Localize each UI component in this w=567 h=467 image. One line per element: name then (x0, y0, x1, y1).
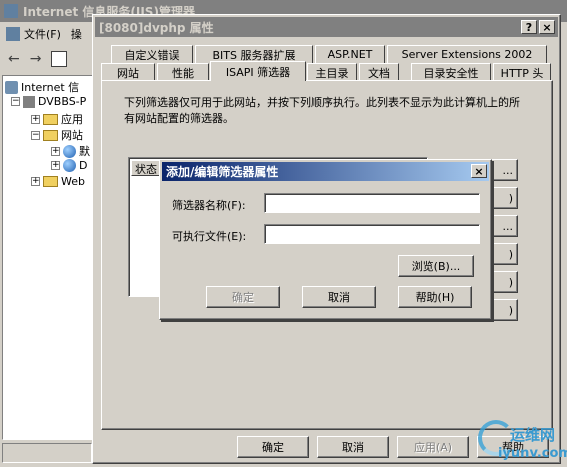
tree-item-apppools[interactable]: + 应用 (31, 111, 83, 127)
help-question-button[interactable]: ? (521, 20, 537, 34)
folder-icon (43, 176, 58, 187)
iis-app-icon (4, 4, 18, 18)
collapse-icon[interactable]: − (11, 97, 20, 106)
add-filter-button[interactable]: ... (488, 159, 518, 181)
website-globe-icon (63, 144, 76, 158)
expand-icon[interactable]: + (31, 177, 40, 186)
tree-item-web-ext[interactable]: + Web (31, 175, 85, 188)
iis-tree-panel: Internet 信 − DVBBS-P + 应用 − 网站 + 默 + D +… (2, 75, 94, 440)
properties-apply-button[interactable]: 应用(A) (397, 436, 469, 458)
dialog-help-button[interactable]: 帮助(H) (398, 286, 472, 308)
tree-item-server[interactable]: − DVBBS-P (11, 95, 86, 108)
server-icon (23, 95, 35, 108)
move-down-button[interactable]: ) (488, 299, 518, 321)
edit-filter-button[interactable]: ... (488, 215, 518, 237)
menu-file[interactable]: 文件(F) (24, 26, 61, 42)
menu-icon (6, 27, 20, 41)
dialog-title: 添加/编辑筛选器属性 (166, 165, 279, 179)
close-icon[interactable]: × (471, 164, 487, 178)
tab-custom-errors[interactable]: 自定义错误 (111, 45, 193, 63)
iis-toolbar: ← → (0, 48, 100, 70)
properties-title: [8080]dvphp 属性 (99, 20, 214, 35)
tree-item-websites[interactable]: − 网站 (31, 127, 83, 143)
tab-home-directory[interactable]: 主目录 (307, 63, 357, 81)
tab-performance[interactable]: 性能 (157, 63, 209, 81)
disable-filter-button[interactable]: ) (488, 243, 518, 265)
tab-server-extensions[interactable]: Server Extensions 2002 (387, 45, 547, 63)
menu-action[interactable]: 操 (71, 26, 82, 42)
dialog-cancel-button[interactable]: 取消 (302, 286, 376, 308)
expand-icon[interactable]: + (51, 161, 60, 170)
remove-filter-button[interactable]: ) (488, 187, 518, 209)
iis-menubar: 文件(F) 操 (0, 24, 100, 44)
iis-statusbar (2, 443, 92, 463)
show-tree-icon[interactable] (51, 51, 68, 67)
expand-icon[interactable]: + (31, 114, 40, 124)
executable-label: 可执行文件(E): (172, 230, 247, 243)
tree-item-site-d[interactable]: + D (51, 159, 87, 172)
folder-icon (43, 113, 58, 125)
properties-ok-button[interactable]: 确定 (237, 436, 309, 458)
filter-name-input[interactable] (264, 193, 480, 213)
watermark: 运维网 iyunv.com (478, 420, 567, 464)
computer-icon (5, 80, 18, 94)
properties-cancel-button[interactable]: 取消 (317, 436, 389, 458)
tab-documents[interactable]: 文档 (359, 63, 399, 81)
tab-aspnet[interactable]: ASP.NET (315, 45, 385, 63)
dialog-titlebar: 添加/编辑筛选器属性 (162, 162, 489, 181)
watermark-text-en: iyunv.com (498, 446, 567, 461)
forward-arrow-icon[interactable]: → (30, 51, 42, 67)
executable-input[interactable] (264, 224, 480, 244)
website-globe-icon (63, 159, 76, 172)
expand-icon[interactable]: + (51, 146, 60, 156)
filter-name-label: 筛选器名称(F): (172, 199, 246, 212)
add-filter-dialog: 添加/编辑筛选器属性 × 筛选器名称(F): 可执行文件(E): 浏览(B)..… (159, 159, 492, 320)
dialog-ok-button[interactable]: 确定 (206, 286, 280, 308)
tree-item-default-site[interactable]: + 默 (51, 143, 90, 159)
watermark-text-cn: 运维网 (510, 426, 556, 444)
tab-directory-security[interactable]: 目录安全性 (411, 63, 491, 81)
tab-http-headers[interactable]: HTTP 头 (493, 63, 551, 81)
properties-titlebar: [8080]dvphp 属性 (95, 17, 558, 37)
tab-isapi-filters[interactable]: ISAPI 筛选器 (210, 61, 306, 81)
filter-description: 下列筛选器仅可用于此网站，并按下列顺序执行。此列表不显示为此计算机上的所有网站配… (124, 96, 520, 125)
tab-website[interactable]: 网站 (101, 63, 155, 81)
collapse-icon[interactable]: − (31, 130, 40, 140)
back-arrow-icon[interactable]: ← (8, 51, 20, 67)
move-up-button[interactable]: ) (488, 271, 518, 293)
browse-button[interactable]: 浏览(B)... (398, 255, 474, 277)
tree-item-root[interactable]: Internet 信 (5, 79, 79, 95)
close-icon[interactable]: × (539, 20, 555, 34)
folder-open-icon (43, 129, 58, 141)
